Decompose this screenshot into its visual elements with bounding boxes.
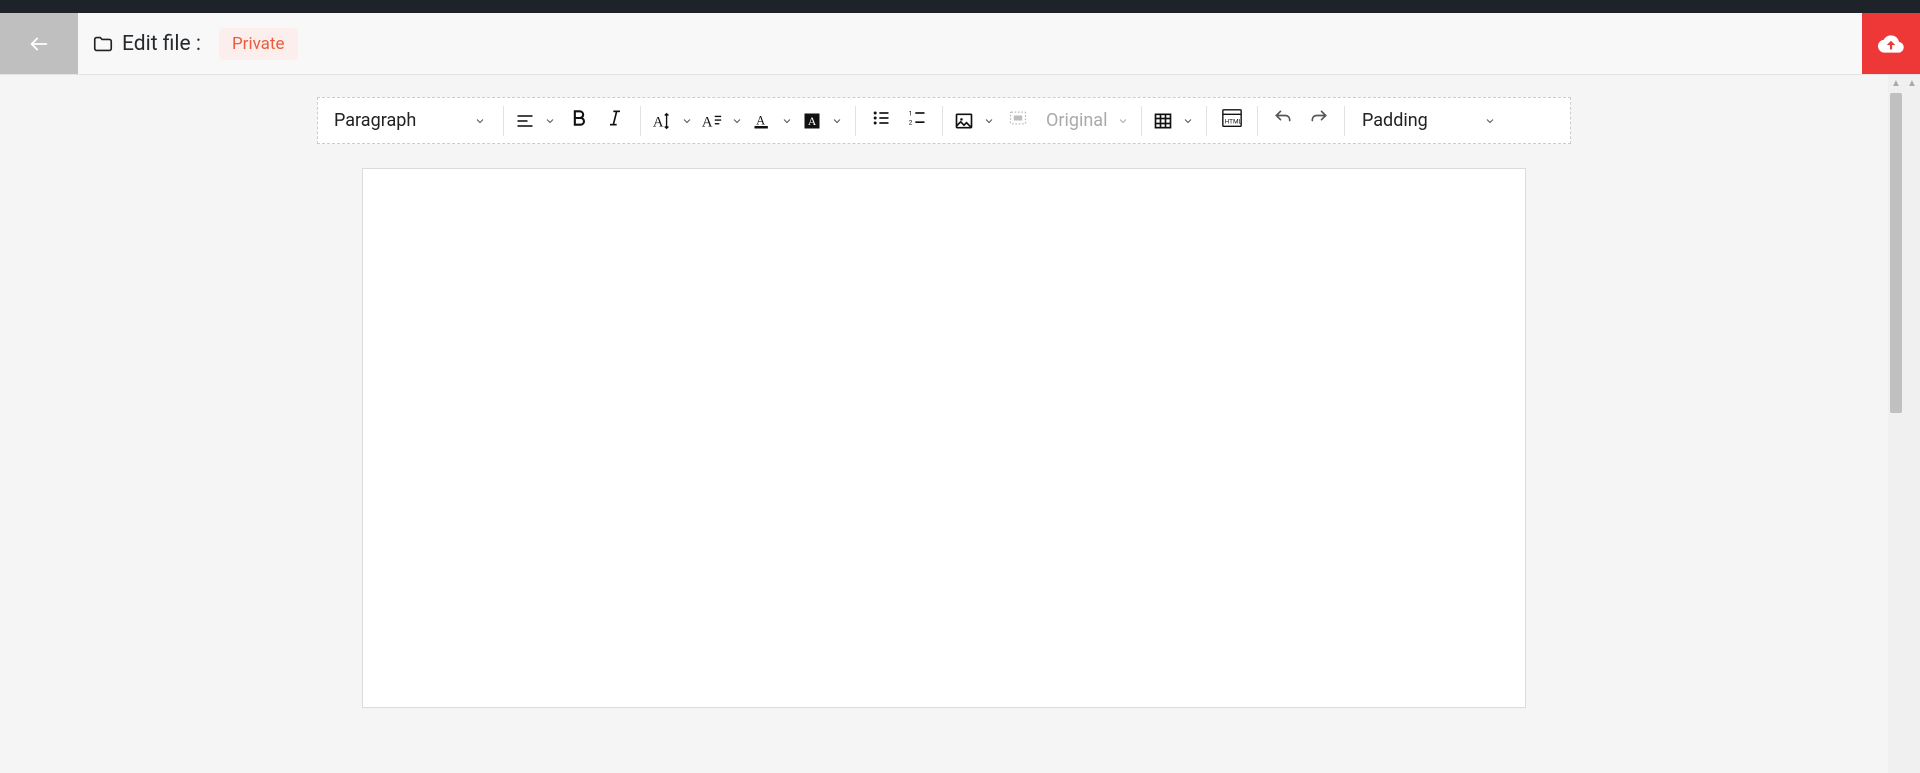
image-placeholder-icon [1008,108,1028,133]
undo-icon [1273,108,1293,133]
align-button[interactable] [511,104,561,138]
bullet-list-button[interactable] [863,104,899,138]
chevron-down-icon [829,115,845,127]
font-size-button[interactable]: A [698,104,748,138]
chevron-down-icon [1484,115,1496,127]
image-placeholder-button[interactable] [1000,104,1036,138]
paragraph-select-label: Paragraph [334,110,416,131]
arrow-left-icon [28,33,50,55]
undo-button[interactable] [1265,104,1301,138]
italic-icon [605,108,625,133]
padding-select-label: Padding [1362,110,1428,131]
top-app-bar [0,0,1920,13]
toolbar-separator [942,106,943,136]
svg-text:A: A [808,115,817,128]
image-icon [950,111,978,131]
svg-text:A: A [756,113,765,127]
scroll-up-arrow-icon[interactable]: ▲ [1904,75,1920,91]
bold-button[interactable] [561,104,597,138]
chevron-down-icon [542,115,558,127]
editor-canvas[interactable] [362,168,1526,708]
align-left-icon [511,111,539,131]
scroll-thumb[interactable] [1890,93,1902,413]
highlight-color-button[interactable]: A [798,104,848,138]
svg-text:HTML: HTML [1225,118,1243,126]
content-area: Paragraph [0,75,1920,773]
content-inner: Paragraph [0,75,1888,773]
svg-text:A: A [653,114,664,130]
chevron-down-icon [981,115,997,127]
svg-text:1: 1 [909,110,913,118]
redo-icon [1309,108,1329,133]
folder-icon [92,33,114,55]
image-size-label: Original [1046,110,1107,131]
html-source-button[interactable]: HTML [1214,104,1250,138]
table-icon [1149,111,1177,131]
toolbar-separator [1206,106,1207,136]
toolbar-separator [1344,106,1345,136]
padding-select[interactable]: Padding [1352,104,1506,138]
vertical-scrollbar[interactable]: ▲ [1888,75,1904,773]
chevron-down-icon [1180,115,1196,127]
chevron-down-icon [474,115,486,127]
toolbar-separator [503,106,504,136]
editor-toolbar: Paragraph [317,97,1571,144]
bold-icon [569,108,589,133]
page-title: Edit file : [122,32,201,56]
line-height-icon: A [648,110,676,132]
font-color-button[interactable]: A [748,104,798,138]
image-size-select[interactable]: Original [1036,104,1134,138]
toolbar-separator [1141,106,1142,136]
highlight-icon: A [798,111,826,131]
image-button[interactable] [950,104,1000,138]
chevron-down-icon [779,115,795,127]
svg-text:2: 2 [909,119,913,127]
bullet-list-icon [871,108,891,133]
italic-button[interactable] [597,104,633,138]
paragraph-select[interactable]: Paragraph [324,104,496,138]
toolbar-separator [855,106,856,136]
table-button[interactable] [1149,104,1199,138]
font-color-icon: A [748,111,776,131]
redo-button[interactable] [1301,104,1337,138]
header-bar: Edit file : Private [0,13,1920,75]
numbered-list-button[interactable]: 12 [899,104,935,138]
line-height-button[interactable]: A [648,104,698,138]
cloud-upload-icon [1878,31,1904,57]
scroll-up-arrow-icon[interactable]: ▲ [1888,75,1904,91]
html-icon: HTML [1221,107,1243,134]
toolbar-separator [1257,106,1258,136]
toolbar-separator [640,106,641,136]
font-size-icon: A [698,110,726,132]
vertical-scrollbar-outer[interactable]: ▲ [1904,75,1920,773]
back-button[interactable] [0,13,78,74]
private-badge[interactable]: Private [219,28,298,60]
chevron-down-icon [679,115,695,127]
svg-text:A: A [702,114,713,130]
upload-button[interactable] [1862,13,1920,74]
chevron-down-icon [1117,115,1129,127]
header-main: Edit file : Private [78,13,1862,74]
chevron-down-icon [729,115,745,127]
numbered-list-icon: 12 [907,108,927,133]
